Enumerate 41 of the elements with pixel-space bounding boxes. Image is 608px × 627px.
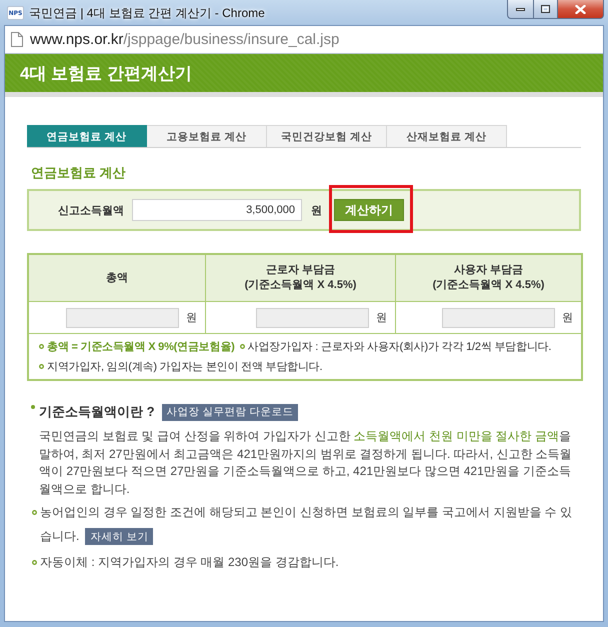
close-icon [575,4,586,14]
maximize-button[interactable] [533,0,558,19]
maximize-icon [541,5,550,13]
info-paragraph: 국민연금의 보험료 및 급여 산정을 위하여 가입자가 신고한 소득월액에서 천원 미만을 절사한 금액을 말하여, 최저 27만원에서 최고금액은 421만원까지의 범위로 결정하게 됩니다. 따라서, 신고한 소득월액이 27만원보다 적으면 27만원을 기준소득월액으로 하고, 421만원보다 많으면 421만원을 기준소득월액으로 합니다. [39,428,573,498]
note-text: 사업장가입자 : 근로자와 사용자(회사)가 각각 1/2씩 부담합니다. [248,340,552,354]
tab[interactable]: 국민건강보험 계산 [267,125,387,147]
note-text: 지역가입자, 임의(계속) 가입자는 본인이 전액 부담합니다. [47,360,322,374]
bullet-text: 자동이체 : 지역가입자의 경우 매월 230원을 경감합니다. [40,554,340,571]
page-icon [11,32,23,47]
details-button[interactable]: 자세히 보기 [85,528,154,546]
close-button[interactable] [558,0,604,19]
bullet-icon [39,364,44,368]
unit-label: 원 [562,311,573,325]
bullet-icon [32,510,37,515]
column-header: 사용자 부담금 [452,263,524,278]
section-title: 연금보험료 계산 [31,164,127,182]
url-text[interactable]: www.nps.or.kr/jsppage/business/insure_cal.jsp [30,31,340,48]
note-text: 총액 = 기준소득월액 X 9%(연금보험율) [47,340,235,354]
unit-label: 원 [376,311,387,325]
tab[interactable]: 연금보험료 계산 [27,125,147,147]
tab[interactable]: 산재보험료 계산 [387,125,507,147]
bullet-icon [240,344,245,348]
unit-label: 원 [311,204,322,218]
bullet-icon [39,344,44,348]
column-subheader: (기준소득월액 X 4.5%) [244,278,358,293]
download-button[interactable]: 사업장 실무편람 다운로드 [162,404,298,420]
bullet-icon [31,405,35,409]
unit-label: 원 [186,311,197,325]
field-label: 신고소득월액 [58,204,125,218]
income-input[interactable]: 3,500,000 [132,199,302,221]
column-header: 총액 [105,270,129,286]
page-title: 4대 보험료 간편계산기 [20,62,192,84]
bullet-text: 농어업인의 경우 일정한 조건에 해당되고 본인이 신청하면 보험료의 일부를 국고에서 지원받을 수 있습니다. 자세히 보기 [40,500,581,548]
minimize-button[interactable] [507,0,533,19]
window-title: 국민연금 | 4대 보험료 간편 계산기 - Chrome [29,5,266,22]
bullet-icon [32,560,37,565]
tab[interactable]: 고용보험료 계산 [147,125,267,147]
info-heading: 기준소득월액이란 ? [39,403,155,421]
column-subheader: (기준소득월액 X 4.5%) [432,278,546,293]
minimize-icon [516,8,525,10]
column-header: 근로자 부담금 [264,263,336,278]
